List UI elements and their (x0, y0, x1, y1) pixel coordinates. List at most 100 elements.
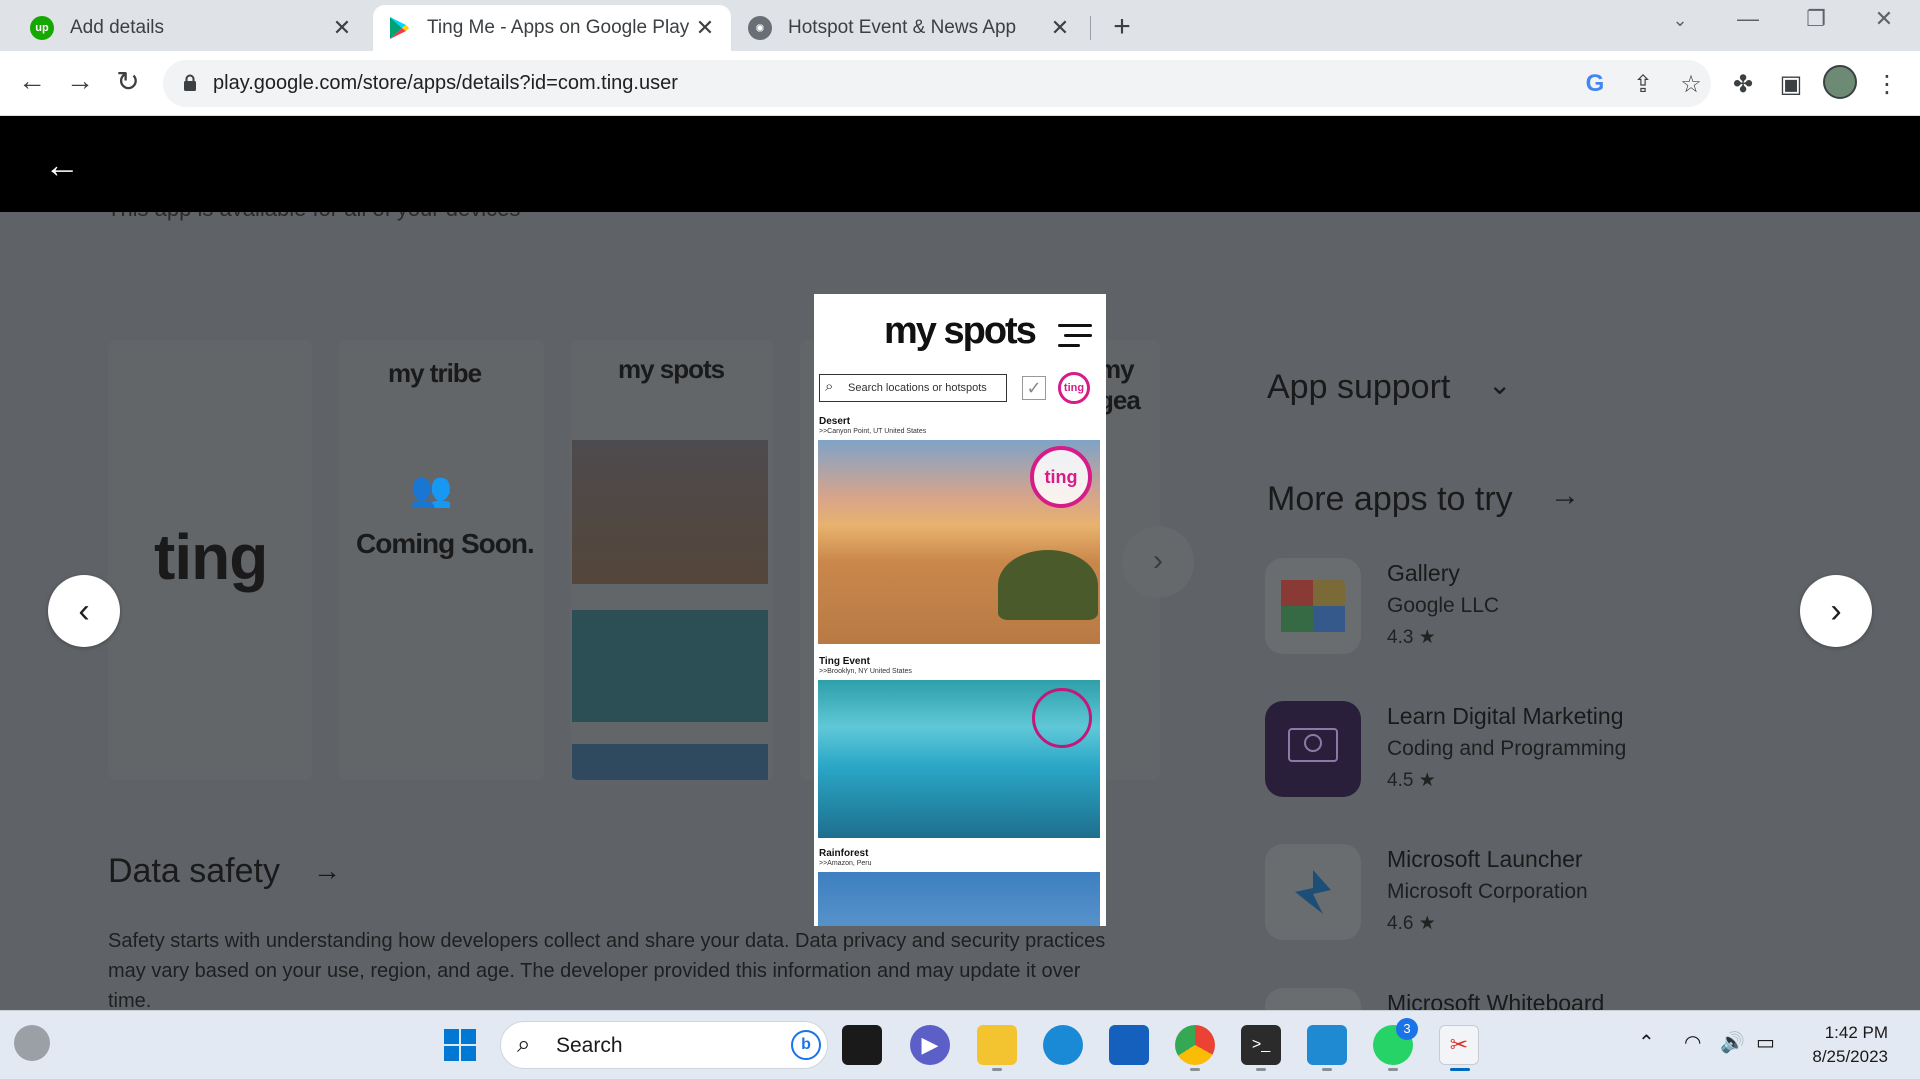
tab-add-details[interactable]: up Add details ✕ (16, 5, 368, 51)
browser-toolbar: ← → ↻ play.google.com/store/apps/details… (0, 51, 1920, 116)
arrow-right-icon[interactable]: → (1550, 479, 1580, 513)
share-icon[interactable]: ⇪ (1628, 70, 1658, 99)
close-window-button[interactable]: ✕ (1864, 6, 1904, 32)
windows-taskbar: ⌕ Search b ▶ >_ ✂ ⌃ ◠ 🔊 ▭ 1:42 PM 8/25/2… (0, 1010, 1920, 1079)
file-explorer-icon[interactable] (977, 1025, 1017, 1065)
weather-widget-icon[interactable] (14, 1025, 50, 1061)
app-name: Gallery (1387, 560, 1460, 586)
app-name: Microsoft Whiteboard (1387, 990, 1605, 1010)
windows-start-icon[interactable] (440, 1025, 480, 1065)
checkbox-icon: ✓ (1022, 376, 1046, 400)
next-screenshot-button[interactable]: › (1800, 575, 1872, 647)
bing-icon[interactable]: b (791, 1030, 821, 1060)
search-icon: ⌕ (517, 1031, 531, 1058)
app-developer: Coding and Programming (1387, 737, 1627, 760)
app-support-heading[interactable]: App support (1267, 368, 1450, 407)
whatsapp-notification-badge: 3 (1396, 1018, 1418, 1040)
thumb-title: my gea (1098, 354, 1141, 415)
screenshot-title: my spots (884, 310, 1037, 352)
taskbar-search-box[interactable]: ⌕ Search b (500, 1021, 828, 1069)
edge-browser-icon[interactable] (1043, 1025, 1083, 1065)
close-tab-icon[interactable]: ✕ (330, 15, 354, 41)
wifi-icon[interactable]: ◠ (1684, 1030, 1701, 1055)
running-indicator (1190, 1068, 1200, 1071)
ting-badge-outline (1032, 688, 1092, 748)
gallery-thumb-ting[interactable]: ting (108, 340, 312, 780)
google-play-icon (387, 16, 411, 40)
menu-kebab-icon[interactable]: ⋮ (1871, 70, 1903, 99)
restore-button[interactable]: ❐ (1796, 6, 1836, 32)
back-arrow-icon[interactable]: ← (42, 144, 82, 186)
running-indicator (1388, 1068, 1398, 1071)
minimize-button[interactable]: — (1728, 6, 1768, 32)
profile-avatar[interactable] (1823, 65, 1857, 99)
battery-icon[interactable]: ▭ (1756, 1030, 1775, 1055)
gallery-next-button-dimmed[interactable]: › (1122, 526, 1194, 598)
tab-search-chevron-icon[interactable]: ⌄ (1660, 10, 1700, 31)
close-tab-icon[interactable]: ✕ (1048, 15, 1072, 41)
vscode-icon[interactable] (1307, 1025, 1347, 1065)
arrow-right-icon[interactable]: → (313, 855, 341, 887)
taskbar-search-label: Search (556, 1034, 623, 1057)
snipping-tool-icon[interactable]: ✂ (1439, 1025, 1479, 1065)
add-group-icon: 👥 (410, 471, 453, 509)
microsoft-store-icon[interactable] (1109, 1025, 1149, 1065)
data-safety-body: Safety starts with understanding how dev… (108, 930, 1106, 1010)
ting-badge-logo: ting (1030, 446, 1092, 508)
tab-ting-me[interactable]: Ting Me - Apps on Google Play ✕ (373, 5, 731, 51)
extensions-icon[interactable]: ✤ (1727, 70, 1759, 99)
app-name: Learn Digital Marketing (1387, 703, 1624, 729)
tab-hotspot-event[interactable]: ✺ Hotspot Event & News App ✕ (734, 5, 1086, 51)
spot-location: >>Brooklyn, NY United States (819, 668, 912, 675)
shrub-shape (998, 550, 1098, 620)
app-card-gallery[interactable]: Gallery Google LLC 4.3 ★ (1265, 558, 1865, 658)
previous-screenshot-button[interactable]: ‹ (48, 575, 120, 647)
app-card-learn-digital-marketing[interactable]: Learn Digital Marketing Coding and Progr… (1265, 701, 1865, 801)
chrome-icon[interactable] (1175, 1025, 1215, 1065)
running-indicator (1256, 1068, 1266, 1071)
lock-icon[interactable] (183, 74, 197, 92)
ting-logo: ting (1058, 372, 1090, 404)
desert-photo: ting (818, 440, 1100, 644)
image-viewer-header: ← (0, 116, 1920, 212)
microsoft-whiteboard-app-icon (1265, 988, 1361, 1010)
app-card-microsoft-whiteboard[interactable]: Microsoft Whiteboard (1265, 988, 1865, 1010)
app-card-microsoft-launcher[interactable]: Microsoft Launcher Microsoft Corporation… (1265, 844, 1865, 944)
running-indicator (992, 1068, 1002, 1071)
close-tab-icon[interactable]: ✕ (693, 15, 717, 41)
data-safety-title[interactable]: Data safety (108, 852, 280, 891)
volume-icon[interactable]: 🔊 (1720, 1030, 1745, 1055)
gallery-thumb-tribe[interactable]: my tribe 👥 Coming Soon. (338, 340, 544, 780)
gallery-thumb-spots[interactable]: my spots (570, 340, 774, 780)
address-bar[interactable]: play.google.com/store/apps/details?id=co… (163, 60, 1711, 107)
show-hidden-icons-chevron[interactable]: ⌃ (1638, 1030, 1655, 1055)
new-tab-button[interactable]: + (1105, 10, 1139, 44)
back-button[interactable]: ← (14, 65, 50, 97)
thumb-title: my tribe (388, 358, 482, 388)
google-icon[interactable]: G (1580, 70, 1610, 98)
clock-time: 1:42 PM (1824, 1023, 1888, 1042)
forward-button[interactable]: → (62, 65, 98, 97)
more-apps-heading[interactable]: More apps to try (1267, 480, 1513, 519)
spot-location: >>Amazon, Peru (819, 860, 872, 867)
screenshot-search-box: ⌕ Search locations or hotspots (819, 374, 1007, 402)
url-text[interactable]: play.google.com/store/apps/details?id=co… (213, 72, 678, 95)
task-view-icon[interactable] (842, 1025, 882, 1065)
tab-title: Ting Me - Apps on Google Play (427, 17, 690, 38)
reload-button[interactable]: ↻ (110, 65, 146, 98)
search-placeholder: Search locations or hotspots (848, 382, 987, 394)
clock[interactable]: 1:42 PM 8/25/2023 (1808, 1021, 1888, 1069)
spot-name: Desert (819, 416, 851, 427)
app-rating: 4.3 ★ (1387, 627, 1436, 648)
spot-name: Rainforest (819, 848, 869, 859)
bookmark-star-icon[interactable]: ☆ (1676, 70, 1706, 99)
side-panel-icon[interactable]: ▣ (1775, 70, 1807, 99)
app-rating: 4.5 ★ (1387, 770, 1436, 791)
app-rating: 4.6 ★ (1387, 913, 1436, 934)
teams-chat-icon[interactable]: ▶ (910, 1025, 950, 1065)
menu-icon (1058, 324, 1092, 354)
terminal-icon[interactable]: >_ (1241, 1025, 1281, 1065)
microsoft-launcher-app-icon (1265, 844, 1361, 940)
chevron-down-icon[interactable]: ⌄ (1488, 368, 1511, 401)
rainforest-photo (818, 872, 1100, 926)
